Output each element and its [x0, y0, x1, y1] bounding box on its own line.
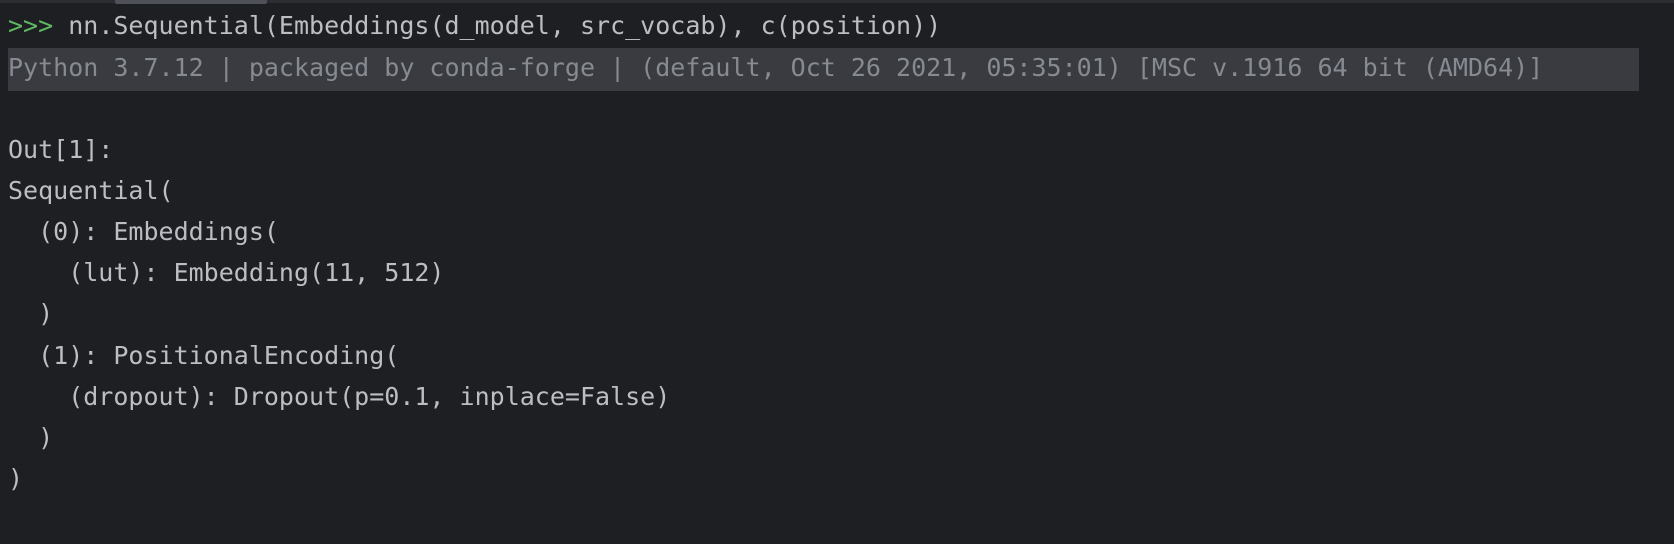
- output-line: ): [8, 464, 24, 493]
- output-line: Sequential(: [8, 176, 174, 205]
- output-line: (1): PositionalEncoding(: [8, 341, 400, 370]
- output-line: (dropout): Dropout(p=0.1, inplace=False): [8, 382, 671, 411]
- output-label: Out[1]:: [8, 135, 114, 164]
- output-line: ): [8, 423, 54, 452]
- python-version-banner: Python 3.7.12 | packaged by conda-forge …: [8, 53, 1544, 82]
- prompt-marker: >>>: [8, 11, 54, 40]
- python-console[interactable]: >>> nn.Sequential(Embeddings(d_model, sr…: [0, 0, 1674, 544]
- input-command: nn.Sequential(Embeddings(d_model, src_vo…: [68, 11, 942, 40]
- output-line: (lut): Embedding(11, 512): [8, 258, 445, 287]
- output-line: (0): Embeddings(: [8, 217, 279, 246]
- output-line: ): [8, 299, 54, 328]
- input-line[interactable]: >>> nn.Sequential(Embeddings(d_model, sr…: [8, 4, 941, 48]
